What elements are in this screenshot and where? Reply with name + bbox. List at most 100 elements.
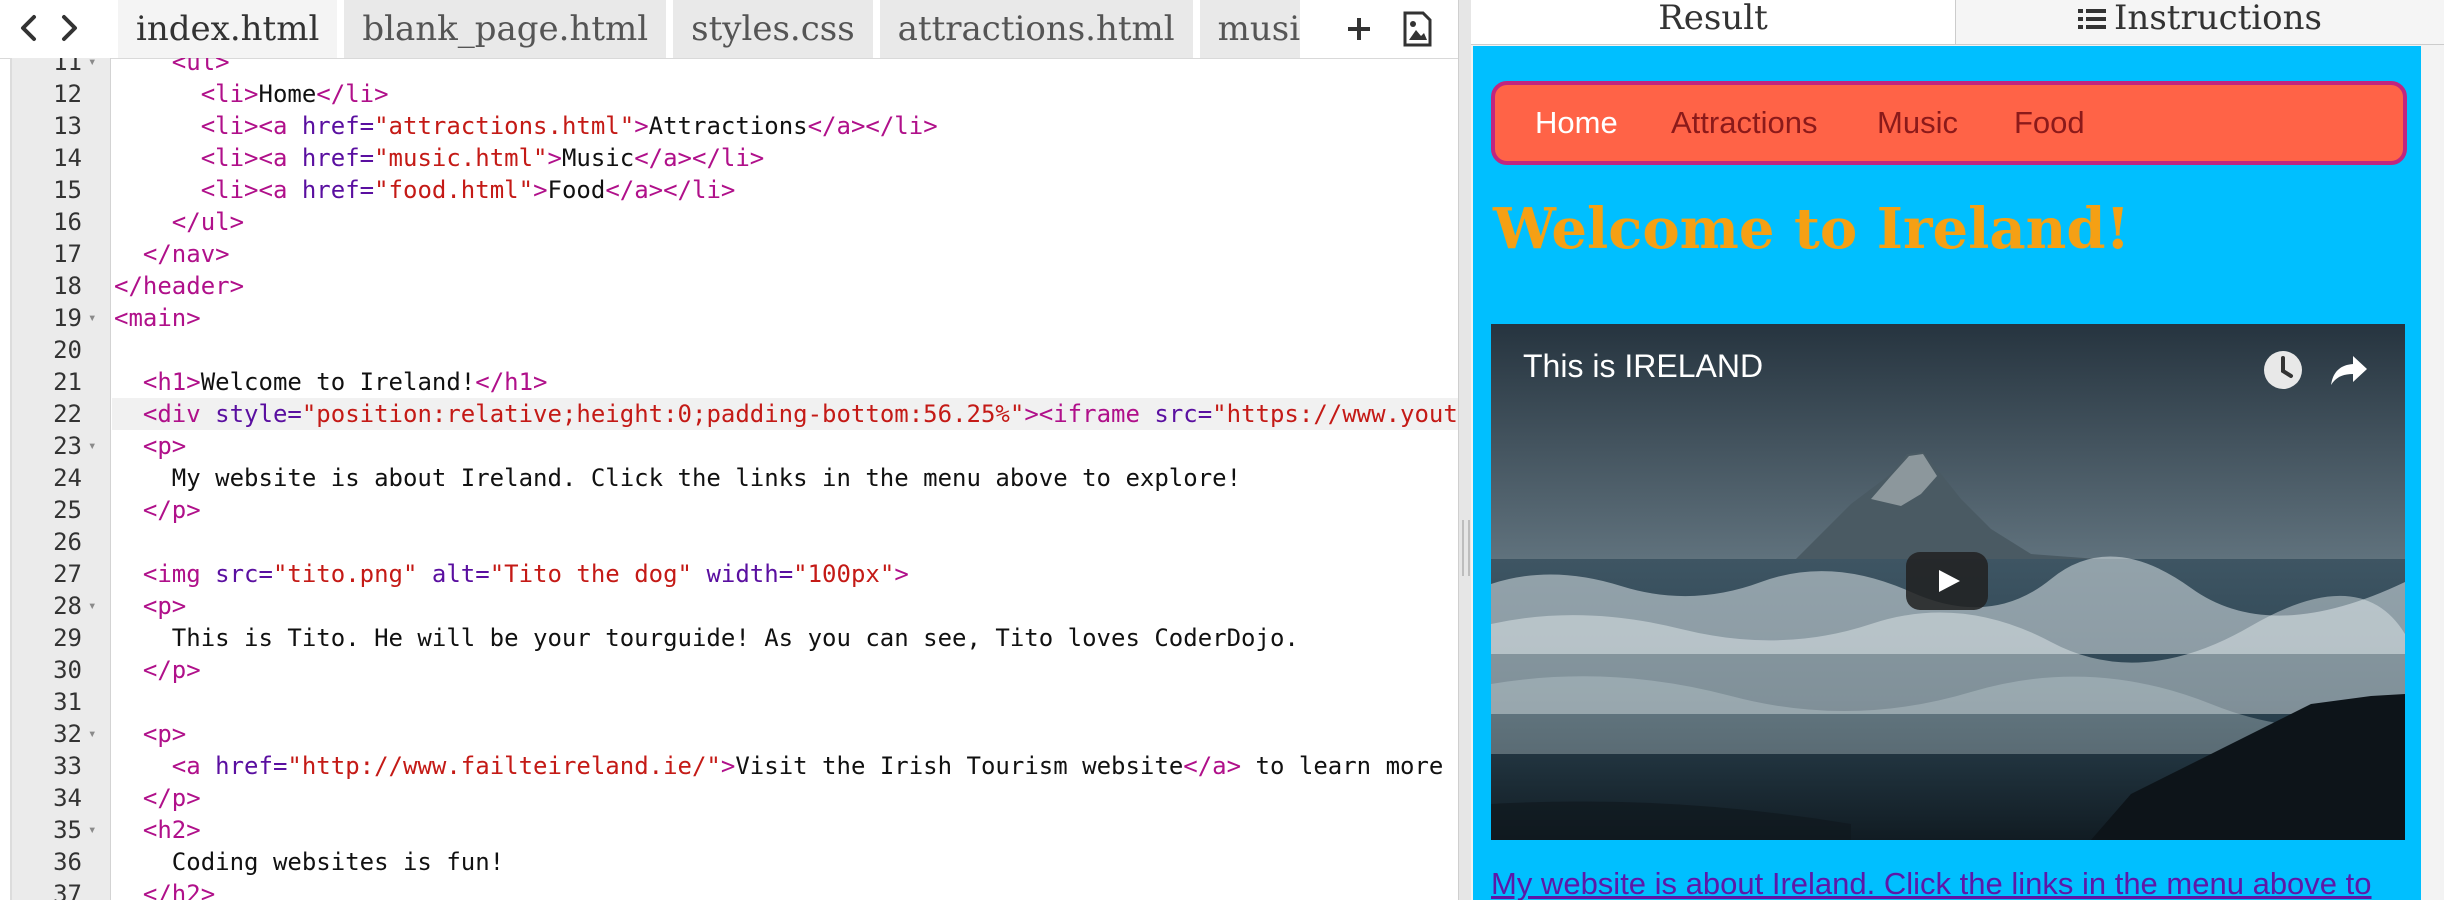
code-line[interactable]: 33 <a href="http://www.failteireland.ie/… xyxy=(0,750,1458,782)
code-token: </p> xyxy=(142,784,201,812)
code-line[interactable]: 23 ▾ <p> xyxy=(0,430,1458,462)
code-token: "100px" xyxy=(793,560,895,588)
splitter-grip[interactable] xyxy=(1462,520,1470,576)
code-line[interactable]: 20 xyxy=(0,334,1458,366)
image-icon[interactable] xyxy=(1396,8,1438,50)
code-token: width= xyxy=(706,560,794,588)
code-text: <li><a href="music.html">Music</a></li> xyxy=(114,142,765,174)
code-token: </h1> xyxy=(475,368,548,396)
code-text: <li><a href="food.html">Food</a></li> xyxy=(114,174,736,206)
code-line[interactable]: 21 <h1>Welcome to Ireland!</h1> xyxy=(0,366,1458,398)
code-line[interactable]: 34 </p> xyxy=(0,782,1458,814)
code-line[interactable]: 11 ▾ <ul> xyxy=(0,58,1458,78)
code-token: href= xyxy=(301,144,375,172)
code-line[interactable]: 35 ▾ <h2> xyxy=(0,814,1458,846)
code-token: <li><a xyxy=(200,144,302,172)
file-tab[interactable]: music.htm xyxy=(1199,0,1300,58)
code-token: href= xyxy=(301,112,375,140)
code-line[interactable]: 28 ▾ <p> xyxy=(0,590,1458,622)
file-tab[interactable]: index.html xyxy=(118,0,338,58)
result-tab-bar: Result Instructions xyxy=(1471,0,2444,45)
code-editor[interactable]: index.html blank_page.html styles.css attra… xyxy=(0,0,1458,900)
code-token: <main> xyxy=(114,304,201,332)
code-token: </p> xyxy=(142,656,201,684)
code-token: > xyxy=(547,144,562,172)
code-text: </p> xyxy=(114,654,201,686)
fold-toggle-icon[interactable]: ▾ xyxy=(88,814,102,846)
code-text: </p> xyxy=(114,494,201,526)
chevron-right-icon[interactable] xyxy=(52,8,86,48)
site-nav-music[interactable]: Music xyxy=(1877,103,1958,143)
code-token: </a> xyxy=(1183,752,1242,780)
code-line[interactable]: 26 xyxy=(0,526,1458,558)
file-tab[interactable]: blank_page.html xyxy=(344,0,667,58)
code-token: "Tito the dog" xyxy=(489,560,692,588)
tab-result[interactable]: Result xyxy=(1471,0,1956,44)
code-line[interactable]: 17 </nav> xyxy=(0,238,1458,270)
code-token: </h2> xyxy=(142,880,216,900)
code-area[interactable]: 11 ▾ <ul> 12 <li>Home</li> 13 <li><a href="… xyxy=(0,58,1458,900)
video-title: This is IRELAND xyxy=(1523,348,1764,384)
file-tab[interactable]: styles.css xyxy=(673,0,873,58)
fold-toggle-icon[interactable]: ▾ xyxy=(88,302,102,334)
code-token: Visit the Irish Tourism website xyxy=(735,752,1184,780)
embedded-video[interactable]: This is IRELAND xyxy=(1491,324,2405,840)
code-line[interactable]: 16 </ul> xyxy=(0,206,1458,238)
code-text: My website is about Ireland. Click the l… xyxy=(114,462,1241,494)
code-token: <div xyxy=(142,400,216,428)
code-token: <h2> xyxy=(142,816,201,844)
code-text: <a href="http://www.failteireland.ie/">V… xyxy=(114,750,1458,782)
code-line[interactable]: 31 xyxy=(0,686,1458,718)
code-line[interactable]: 32 ▾ <p> xyxy=(0,718,1458,750)
share-icon[interactable] xyxy=(2327,348,2371,392)
code-line[interactable]: 18 </header> xyxy=(0,270,1458,302)
site-nav-attractions[interactable]: Attractions xyxy=(1671,103,1817,143)
code-token: </a></li> xyxy=(634,144,765,172)
line-number: 28 xyxy=(53,592,82,620)
code-text: <p> xyxy=(114,590,186,622)
code-line[interactable]: 14 <li><a href="music.html">Music</a></l… xyxy=(0,142,1458,174)
fold-toggle-icon[interactable]: ▾ xyxy=(88,58,102,78)
code-token: "https://www.youtu xyxy=(1212,400,1458,428)
file-tab[interactable]: attractions.html xyxy=(879,0,1193,58)
code-line[interactable]: 29 This is Tito. He will be your tourgui… xyxy=(0,622,1458,654)
site-nav-food[interactable]: Food xyxy=(2014,103,2085,143)
site-nav-home[interactable]: Home xyxy=(1535,103,1618,143)
line-number: 33 xyxy=(53,752,82,780)
code-line[interactable]: 13 <li><a href="attractions.html">Attrac… xyxy=(0,110,1458,142)
code-line[interactable]: 27 <img src="tito.png" alt="Tito the dog… xyxy=(0,558,1458,590)
fold-toggle-icon[interactable]: ▾ xyxy=(88,430,102,462)
code-token: <h1> xyxy=(142,368,201,396)
line-number: 36 xyxy=(53,848,82,876)
line-number: 26 xyxy=(53,528,82,556)
code-line-background xyxy=(112,430,1458,462)
code-line[interactable]: 15 <li><a href="food.html">Food</a></li> xyxy=(0,174,1458,206)
clock-icon[interactable] xyxy=(2261,348,2305,392)
code-line[interactable]: 24 My website is about Ireland. Click th… xyxy=(0,462,1458,494)
chevron-left-icon[interactable] xyxy=(12,8,46,48)
tab-instructions[interactable]: Instructions xyxy=(1956,0,2444,44)
fold-toggle-icon[interactable]: ▾ xyxy=(88,718,102,750)
code-line[interactable]: 25 </p> xyxy=(0,494,1458,526)
code-text: <img src="tito.png" alt="Tito the dog" w… xyxy=(114,558,909,590)
code-line[interactable]: 37 </h2> xyxy=(0,878,1458,900)
play-icon[interactable] xyxy=(1906,552,1988,610)
code-line[interactable]: 22 <div style="position:relative;height:… xyxy=(0,398,1458,430)
code-line[interactable]: 19 ▾ <main> xyxy=(0,302,1458,334)
code-line[interactable]: 12 <li>Home</li> xyxy=(0,78,1458,110)
fold-toggle-icon[interactable]: ▾ xyxy=(88,590,102,622)
code-token: <li> xyxy=(200,80,259,108)
code-token: src= xyxy=(1154,400,1213,428)
plus-icon[interactable] xyxy=(1338,8,1380,50)
line-number: 29 xyxy=(53,624,82,652)
pane-splitter[interactable] xyxy=(1458,0,1472,900)
code-line[interactable]: 30 </p> xyxy=(0,654,1458,686)
code-line[interactable]: 36 Coding websites is fun! xyxy=(0,846,1458,878)
line-number: 20 xyxy=(53,336,82,364)
code-token: style= xyxy=(215,400,302,428)
